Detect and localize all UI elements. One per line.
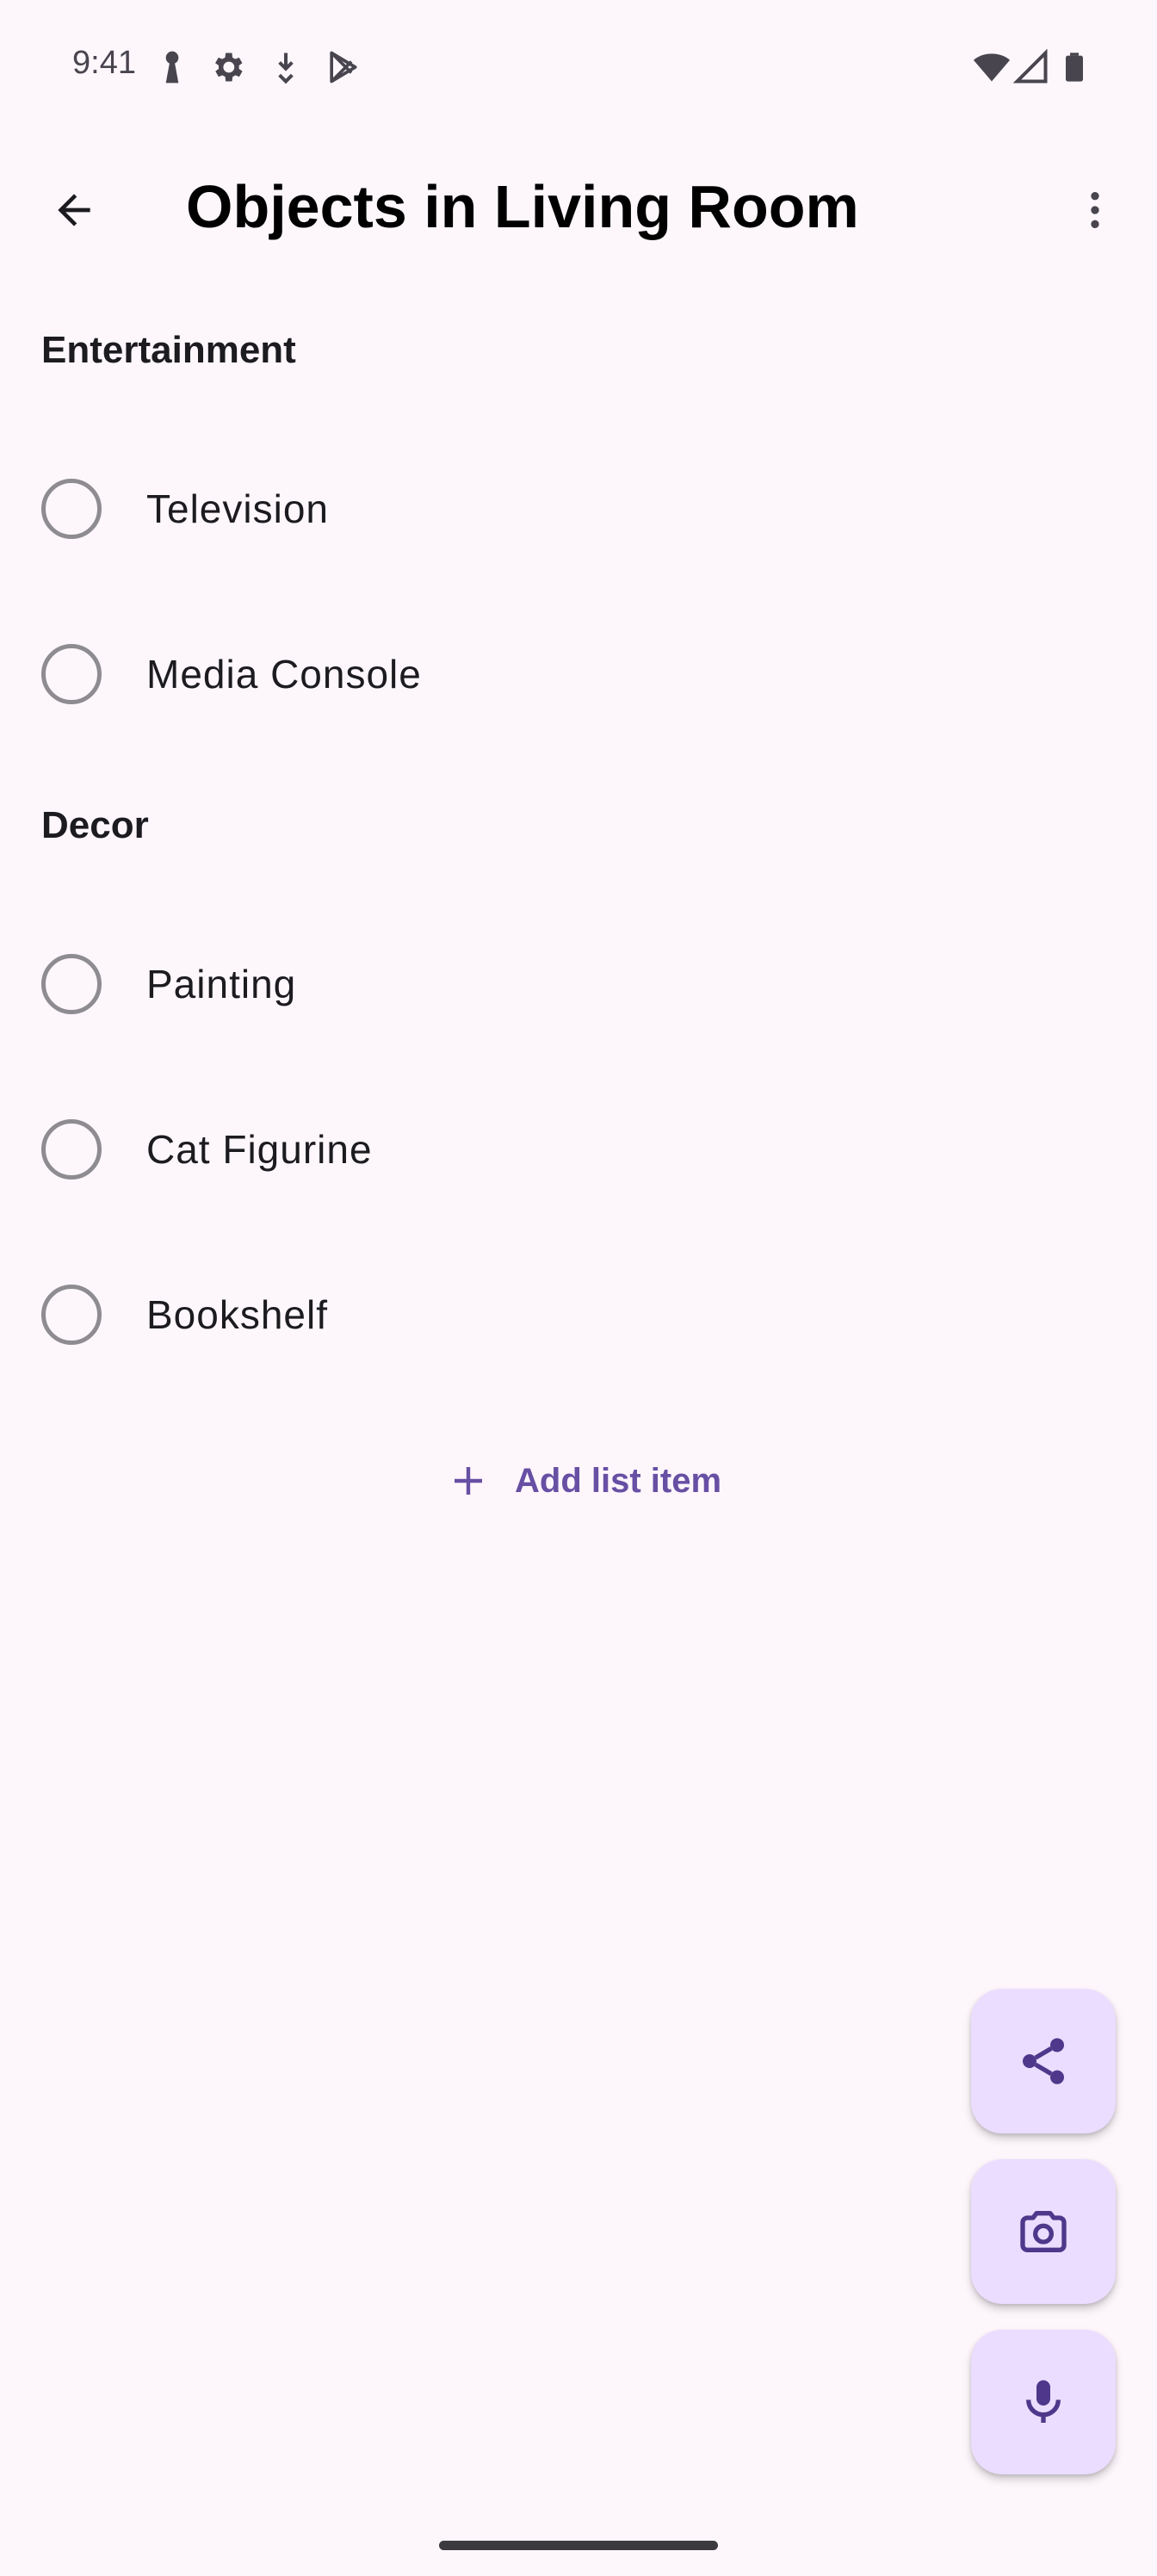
list-item[interactable]: Bookshelf bbox=[0, 1254, 1157, 1374]
item-checkbox[interactable] bbox=[41, 1285, 102, 1345]
camera-button[interactable] bbox=[971, 2159, 1116, 2304]
item-label[interactable]: Bookshelf bbox=[146, 1291, 328, 1338]
list-item[interactable]: Painting bbox=[0, 923, 1157, 1043]
more-options-button[interactable] bbox=[1059, 174, 1131, 246]
item-label[interactable]: Cat Figurine bbox=[146, 1126, 373, 1173]
item-checkbox[interactable] bbox=[41, 479, 102, 539]
share-icon bbox=[1023, 2038, 1064, 2084]
camera-icon bbox=[1020, 2211, 1067, 2252]
item-checkbox[interactable] bbox=[41, 954, 102, 1014]
item-checkbox[interactable] bbox=[41, 1119, 102, 1180]
wifi-icon bbox=[969, 48, 1014, 86]
download-icon bbox=[267, 48, 305, 86]
plus-icon bbox=[455, 1467, 482, 1495]
keyhole-icon bbox=[153, 48, 191, 86]
section-header-decor: Decor bbox=[41, 804, 149, 846]
arrow-back-icon bbox=[58, 194, 90, 226]
page-title: Objects in Living Room bbox=[186, 173, 859, 240]
battery-icon bbox=[1057, 48, 1092, 86]
item-checkbox[interactable] bbox=[41, 644, 102, 704]
top-app-bar: Objects in Living Room bbox=[0, 155, 1157, 267]
play-store-icon bbox=[324, 48, 362, 86]
item-label[interactable]: Television bbox=[146, 486, 329, 532]
section-header-entertainment: Entertainment bbox=[41, 329, 296, 371]
status-bar: 9:41 bbox=[0, 0, 1157, 138]
back-button[interactable] bbox=[38, 174, 110, 246]
signal-icon bbox=[1012, 48, 1050, 86]
more-vert-icon bbox=[1091, 192, 1099, 228]
home-indicator[interactable] bbox=[439, 2541, 718, 2550]
list-item[interactable]: Media Console bbox=[0, 613, 1157, 734]
item-label[interactable]: Media Console bbox=[146, 651, 422, 697]
list-item[interactable]: Television bbox=[0, 448, 1157, 568]
add-list-item-label: Add list item bbox=[515, 1461, 722, 1500]
item-label[interactable]: Painting bbox=[146, 961, 296, 1007]
screen: 9:41 Objects in Living Room Entertainmen… bbox=[0, 0, 1157, 2576]
add-list-item-button[interactable]: Add list item bbox=[448, 1446, 721, 1515]
share-button[interactable] bbox=[971, 1989, 1116, 2133]
status-time: 9:41 bbox=[72, 45, 136, 81]
list-item[interactable]: Cat Figurine bbox=[0, 1088, 1157, 1209]
mic-icon bbox=[1026, 2380, 1061, 2423]
mic-button[interactable] bbox=[971, 2330, 1116, 2474]
gear-icon bbox=[208, 48, 246, 86]
